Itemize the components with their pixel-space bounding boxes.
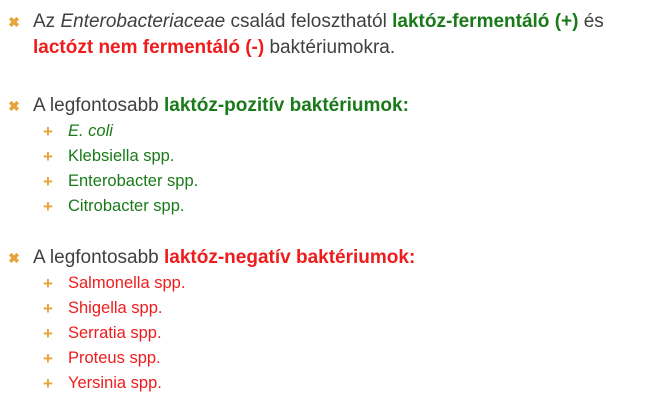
list-item: + Serratia spp. bbox=[0, 321, 672, 346]
positive-list: + E. coli + Klebsiella spp. + Enterobacter … bbox=[0, 119, 672, 219]
intro-text-a: Az bbox=[33, 11, 61, 32]
plus-bullet-icon: + bbox=[43, 274, 53, 293]
intro-line-2: lactózt nem fermentáló (-) baktériumokra… bbox=[0, 35, 672, 61]
list-item: + Citrobacter spp. bbox=[0, 194, 672, 219]
plus-bullet-icon: + bbox=[43, 197, 53, 216]
list-item: + E. coli bbox=[0, 119, 672, 144]
family-name: Enterobacteriaceae bbox=[60, 11, 226, 32]
negative-section: ✖ A legfontosabb laktóz-negatív baktériu… bbox=[0, 245, 672, 396]
plus-bullet-icon: + bbox=[43, 324, 53, 343]
plus-bullet-icon: + bbox=[43, 349, 53, 368]
positive-heading: laktóz-pozitív baktériumok: bbox=[164, 95, 409, 116]
intro-text-c: és bbox=[578, 11, 604, 32]
list-item: + Enterobacter spp. bbox=[0, 169, 672, 194]
x-bullet-icon: ✖ bbox=[8, 98, 20, 114]
non-fermenting-term: lactózt nem fermentáló (-) bbox=[33, 37, 265, 58]
x-bullet-icon: ✖ bbox=[8, 14, 20, 30]
negative-heading-line: ✖ A legfontosabb laktóz-negatív baktériu… bbox=[0, 245, 672, 271]
intro-line-1: ✖ Az Enterobacteriaceae család felosztha… bbox=[0, 9, 672, 35]
x-bullet-icon: ✖ bbox=[8, 250, 20, 266]
plus-bullet-icon: + bbox=[43, 172, 53, 191]
intro-text-d: baktériumokra. bbox=[264, 37, 396, 58]
list-item: + Shigella spp. bbox=[0, 296, 672, 321]
negative-lead: A legfontosabb bbox=[33, 247, 164, 268]
fermenting-term: laktóz-fermentáló (+) bbox=[392, 11, 579, 32]
negative-heading: laktóz-negatív baktériumok: bbox=[164, 247, 416, 268]
positive-heading-line: ✖ A legfontosabb laktóz-pozitív baktériu… bbox=[0, 93, 672, 119]
plus-bullet-icon: + bbox=[43, 374, 53, 393]
positive-lead: A legfontosabb bbox=[33, 95, 164, 116]
plus-bullet-icon: + bbox=[43, 299, 53, 318]
positive-section: ✖ A legfontosabb laktóz-pozitív baktériu… bbox=[0, 93, 672, 219]
list-item: + Proteus spp. bbox=[0, 346, 672, 371]
intro-text-b: család feloszthatól bbox=[225, 11, 393, 32]
plus-bullet-icon: + bbox=[43, 147, 53, 166]
list-item: + Salmonella spp. bbox=[0, 271, 672, 296]
plus-bullet-icon: + bbox=[43, 122, 53, 141]
intro-paragraph: ✖ Az Enterobacteriaceae család felosztha… bbox=[0, 9, 672, 61]
negative-list: + Salmonella spp. + Shigella spp. + Serrati… bbox=[0, 271, 672, 396]
list-item: + Yersinia spp. bbox=[0, 371, 672, 396]
list-item: + Klebsiella spp. bbox=[0, 144, 672, 169]
